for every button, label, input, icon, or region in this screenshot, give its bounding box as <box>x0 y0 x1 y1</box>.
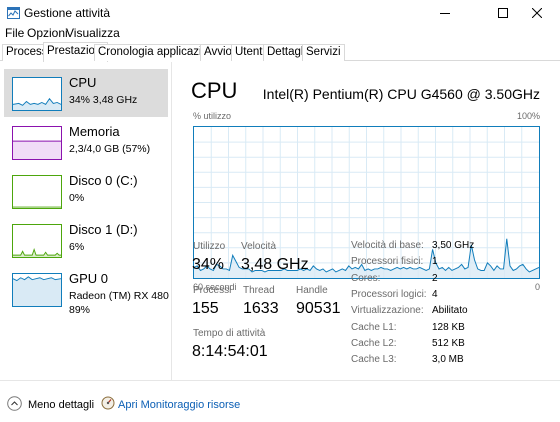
cpu-thumbnail-graph <box>12 77 62 111</box>
sidebar-item-memoria[interactable]: Memoria 2,3/4,0 GB (57%) <box>4 118 168 166</box>
graph-y-max: 100% <box>516 111 540 121</box>
memory-thumbnail-graph <box>12 126 62 160</box>
page-title: CPU <box>191 78 238 103</box>
fewer-details-button[interactable]: Meno dettagli <box>28 399 94 411</box>
spec-value: 3,0 MB <box>432 354 464 366</box>
menu-options[interactable]: Opzioni <box>27 26 68 40</box>
spec-label: Virtualizzazione: <box>351 305 424 317</box>
gpu-thumbnail-graph <box>12 273 62 307</box>
spec-label: Processori fisici: <box>351 256 424 268</box>
spec-value: 512 KB <box>432 337 465 349</box>
sidebar-item-label: CPU <box>69 75 97 90</box>
tab-servizi[interactable]: Servizi <box>302 44 345 61</box>
window-title: Gestione attività <box>24 6 111 20</box>
spec-label: Processori logici: <box>351 288 427 300</box>
sidebar-item-detail: 0% <box>69 192 85 204</box>
task-manager-icon <box>7 7 20 19</box>
spec-value: 128 KB <box>432 321 465 333</box>
sidebar-item-label: Memoria <box>69 124 120 139</box>
threads-label: Thread <box>243 285 275 296</box>
footer-bar: Meno dettagli Apri Monitoraggio risorse <box>0 380 560 422</box>
spec-label: Cores: <box>351 272 381 284</box>
menu-bar: File Opzioni Visualizza <box>0 26 560 42</box>
sidebar-item-detail: 2,3/4,0 GB (57%) <box>69 143 151 155</box>
tab-strip: Processi Prestazioni Cronologia applicaz… <box>0 42 560 62</box>
open-resource-monitor-link[interactable]: Apri Monitoraggio risorse <box>118 399 240 411</box>
spec-value: 2 <box>432 272 438 284</box>
handles-label: Handle <box>296 285 328 296</box>
sidebar-item-detail: 6% <box>69 241 85 253</box>
close-button[interactable] <box>514 0 560 26</box>
spec-value: 4 <box>432 288 438 300</box>
sidebar-item-disco-1[interactable]: Disco 1 (D:) 6% <box>4 216 168 264</box>
spec-label: Cache L1: <box>351 321 397 333</box>
close-icon <box>532 8 542 18</box>
sidebar-item-cpu[interactable]: CPU 34% 3,48 GHz <box>4 69 168 117</box>
spec-value: Abilitato <box>432 305 468 317</box>
spec-label: Velocità di base: <box>351 240 424 251</box>
sidebar-item-gpu-0[interactable]: GPU 0 Radeon (TM) RX 480 Gra 89% <box>4 265 171 323</box>
spec-label: Cache L2: <box>351 337 397 349</box>
sidebar-item-label: Disco 0 (C:) <box>69 173 138 188</box>
resource-monitor-icon <box>101 396 115 410</box>
graph-x-end: 0 <box>534 282 540 292</box>
handles-value: 90531 <box>296 300 341 317</box>
menu-file[interactable]: File <box>5 26 24 40</box>
chevron-up-icon[interactable] <box>7 396 22 411</box>
disk1-thumbnail-graph <box>12 224 62 258</box>
uptime-value: 8:14:54:01 <box>192 343 268 360</box>
disk0-thumbnail-graph <box>12 175 62 209</box>
threads-value: 1633 <box>243 300 279 317</box>
maximize-icon <box>498 8 508 18</box>
processes-value: 155 <box>192 300 219 317</box>
spec-label: Cache L3: <box>351 354 397 366</box>
sidebar-item-detail: Radeon (TM) RX 480 Gra <box>69 290 171 302</box>
spec-value: 3,50 GHz <box>432 240 475 251</box>
sidebar-item-detail: 34% 3,48 GHz <box>69 94 138 106</box>
speed-value: 3,48 GHz <box>241 256 309 273</box>
title-bar[interactable]: Gestione attività <box>0 0 560 26</box>
menu-view[interactable]: Visualizza <box>66 26 120 40</box>
minimize-button[interactable] <box>422 0 468 26</box>
resource-list: CPU 34% 3,48 GHz Memoria 2,3/4,0 GB (57%… <box>0 62 172 380</box>
sidebar-item-detail-2: 89% <box>69 304 91 316</box>
speed-label: Velocità <box>241 241 277 252</box>
processes-label: Processi <box>193 285 232 296</box>
minimize-icon <box>440 13 450 14</box>
sidebar-item-disco-0[interactable]: Disco 0 (C:) 0% <box>4 167 168 215</box>
graph-y-label: % utilizzo <box>193 111 232 121</box>
cpu-model-name: Intel(R) Pentium(R) CPU G4560 @ 3.50GHz <box>262 86 540 102</box>
cpu-detail-panel: CPU Intel(R) Pentium(R) CPU G4560 @ 3.50… <box>173 62 560 380</box>
sidebar-item-label: Disco 1 (D:) <box>69 222 138 237</box>
utilization-value: 34% <box>192 256 225 273</box>
uptime-label: Tempo di attività <box>193 328 266 339</box>
spec-value: 1 <box>432 256 438 268</box>
sidebar-item-label: GPU 0 <box>69 271 109 286</box>
utilization-label: Utilizzo <box>193 241 226 252</box>
